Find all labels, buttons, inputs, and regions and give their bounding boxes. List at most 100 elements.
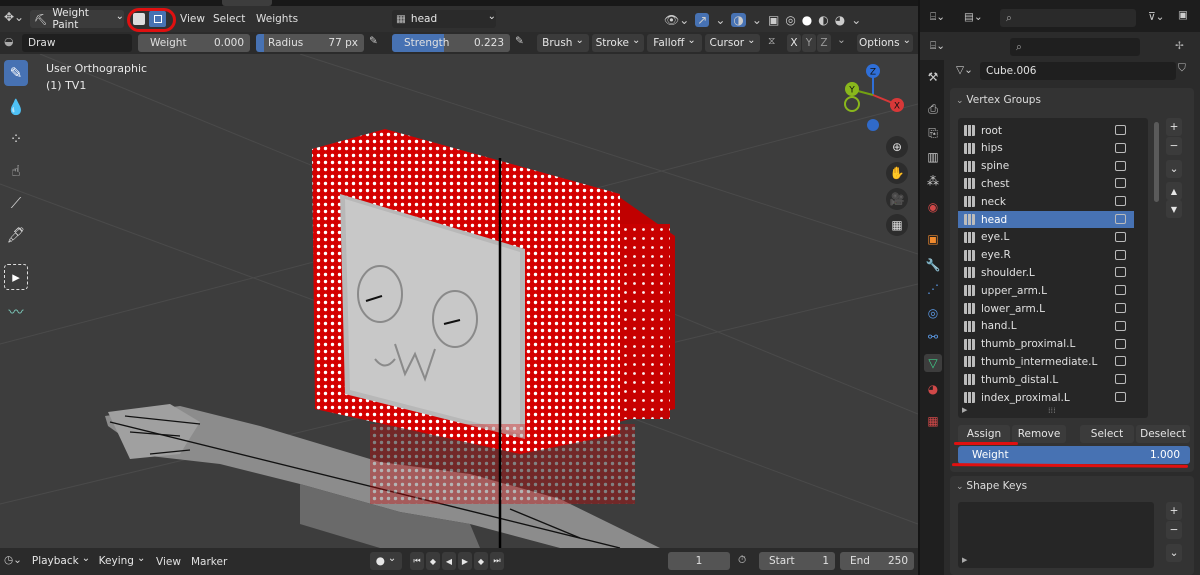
stroke-menu[interactable]: Stroke: [592, 34, 644, 52]
texture-tab-icon[interactable]: ▦: [924, 412, 942, 430]
shape-keys-list[interactable]: [958, 502, 1154, 568]
vertex-group-row[interactable]: index_proximal.L: [958, 389, 1134, 406]
shape-key-specials-button[interactable]: ⌄: [1166, 544, 1182, 562]
lock-icon[interactable]: [1115, 178, 1126, 189]
mirror-z[interactable]: Z: [817, 34, 831, 52]
brush-icon[interactable]: ◒: [4, 35, 14, 48]
annotate-tool-icon[interactable]: 〰: [4, 298, 28, 324]
lock-icon[interactable]: [1115, 285, 1126, 296]
lock-icon[interactable]: [1115, 249, 1126, 260]
lock-icon[interactable]: [1115, 196, 1126, 207]
menu-view[interactable]: View: [180, 13, 205, 25]
lock-icon[interactable]: [1115, 338, 1126, 349]
world-tab-icon[interactable]: ◉: [924, 198, 942, 216]
mesh-name-field[interactable]: Cube.006: [980, 62, 1176, 80]
vertex-group-row[interactable]: thumb_distal.L: [958, 371, 1134, 388]
shape-keys-header[interactable]: ⌄ Shape Keys: [956, 480, 1027, 492]
vertex-group-row[interactable]: eye.R: [958, 247, 1134, 264]
add-shape-key-button[interactable]: +: [1166, 502, 1182, 520]
xray-icon[interactable]: ▣: [768, 13, 779, 27]
mirror-x[interactable]: X: [787, 34, 801, 52]
vertex-group-row[interactable]: spine: [958, 158, 1134, 175]
keying-menu[interactable]: Keying: [96, 552, 148, 570]
pin-icon[interactable]: ✢: [1175, 40, 1184, 52]
end-frame-field[interactable]: End 250: [840, 552, 914, 570]
object-tab-icon[interactable]: ▣: [924, 230, 942, 248]
wireframe-shading-icon[interactable]: ◎: [785, 13, 795, 27]
play-reverse-icon[interactable]: ◀: [442, 552, 456, 570]
start-frame-field[interactable]: Start 1: [759, 552, 835, 570]
vertex-group-row[interactable]: thumb_proximal.L: [958, 336, 1134, 353]
viewport-visibility-icons[interactable]: 👁⌄ ↗ ⌄ ◑ ⌄ ▣ ◎ ● ◐ ◕ ⌄: [664, 11, 914, 29]
display-mode-icon[interactable]: ▤⌄: [964, 11, 983, 23]
lock-icon[interactable]: [1115, 356, 1126, 367]
add-group-button[interactable]: +: [1166, 118, 1182, 136]
weight-field[interactable]: Weight 0.000: [138, 34, 250, 52]
pan-hand-icon[interactable]: ✋: [886, 162, 908, 184]
outliner-editor-icon[interactable]: ⌸⌄: [930, 11, 945, 24]
list-expand-icon[interactable]: ▶: [962, 406, 967, 414]
filter-icon[interactable]: ⊽⌄: [1148, 11, 1164, 23]
timeline-editor-icon[interactable]: ◷⌄: [4, 554, 22, 566]
material-shading-icon[interactable]: ◐: [818, 13, 828, 27]
mirror-chevron-icon[interactable]: ⌄: [837, 34, 846, 46]
viewport[interactable]: User Orthographic (1) TV1 ✎ 💧 ⁘ ☝ ⟋ 🖋 ▸ …: [0, 54, 918, 548]
lock-icon[interactable]: [1115, 125, 1126, 135]
falloff-menu[interactable]: Falloff: [647, 34, 702, 52]
lock-icon[interactable]: [1115, 214, 1126, 224]
editor-type-icon[interactable]: ✥⌄: [4, 10, 24, 28]
solid-shading-icon[interactable]: ●: [802, 13, 812, 27]
move-down-button[interactable]: ▼: [1166, 200, 1182, 218]
blur-tool-icon[interactable]: 💧: [4, 94, 28, 120]
outliner-search[interactable]: ⌕: [1000, 9, 1136, 27]
assign-button[interactable]: Assign: [958, 425, 1010, 443]
properties-editor-icon[interactable]: ⌸⌄: [930, 40, 945, 53]
clock-icon[interactable]: ⏱: [738, 554, 746, 567]
view-layer-tab-icon[interactable]: ▥: [924, 148, 942, 166]
vertex-group-row[interactable]: neck: [958, 193, 1134, 210]
render-tab-icon[interactable]: ⎙: [924, 100, 942, 118]
lock-icon[interactable]: [1115, 142, 1126, 153]
brush-menu[interactable]: Brush: [537, 34, 589, 52]
average-tool-icon[interactable]: ⁘: [4, 126, 28, 152]
group-specials-button[interactable]: ⌄: [1166, 160, 1182, 178]
gizmo-toggle-icon[interactable]: ↗: [695, 13, 710, 27]
deselect-button[interactable]: Deselect: [1136, 425, 1190, 443]
shape-list-expand-icon[interactable]: ▶: [962, 556, 967, 564]
ortho-grid-icon[interactable]: ▦: [886, 214, 908, 236]
scene-tab-icon[interactable]: ⁂: [924, 172, 942, 190]
vertex-group-row[interactable]: chest: [958, 175, 1134, 192]
list-resize-handle[interactable]: ⁞⁞⁞: [1048, 406, 1056, 415]
vertex-group-list[interactable]: root hips spine chest neck head eye.L eye.R shou…: [958, 118, 1148, 418]
record-button[interactable]: ●: [370, 552, 402, 570]
mode-dropdown[interactable]: ⛏ Weight Paint: [30, 7, 124, 31]
data-tab-icon[interactable]: ▽: [924, 354, 942, 372]
vertex-group-row[interactable]: root: [958, 122, 1134, 139]
object-visibility-icon[interactable]: 👁⌄: [664, 13, 689, 27]
timeline-view-menu[interactable]: View: [156, 556, 181, 568]
vertex-group-row[interactable]: shoulder.L: [958, 264, 1134, 281]
radius-field[interactable]: Radius 77 px: [256, 34, 364, 52]
particles-tab-icon[interactable]: ⋰: [924, 280, 942, 298]
zoom-icon[interactable]: ⊕: [886, 136, 908, 158]
jump-end-icon[interactable]: ⏭: [490, 552, 504, 570]
new-collection-icon[interactable]: ▣: [1178, 9, 1188, 21]
move-up-button[interactable]: ▲: [1166, 182, 1182, 200]
vertex-group-row[interactable]: upper_arm.L: [958, 282, 1134, 299]
vertex-groups-header[interactable]: ⌄ Vertex Groups: [956, 94, 1041, 106]
vertex-group-row[interactable]: hips: [958, 140, 1134, 157]
brush-name-field[interactable]: Draw: [22, 34, 132, 52]
play-icon[interactable]: ▶: [458, 552, 472, 570]
draw-tool-icon[interactable]: ✎: [4, 60, 28, 86]
lock-icon[interactable]: [1115, 320, 1126, 331]
output-tab-icon[interactable]: ⎘: [924, 124, 942, 142]
vertex-group-row[interactable]: hand.L: [958, 318, 1134, 335]
radius-pressure-icon[interactable]: ✎: [369, 35, 378, 47]
menu-weights[interactable]: Weights: [256, 13, 298, 25]
active-group-dropdown[interactable]: ▦ head: [392, 10, 496, 28]
vertex-group-row[interactable]: thumb_intermediate.L: [958, 353, 1134, 370]
playback-menu[interactable]: Playback: [30, 552, 92, 570]
menu-select[interactable]: Select: [213, 13, 245, 25]
strength-field[interactable]: Strength 0.223: [392, 34, 510, 52]
mirror-y[interactable]: Y: [802, 34, 816, 52]
